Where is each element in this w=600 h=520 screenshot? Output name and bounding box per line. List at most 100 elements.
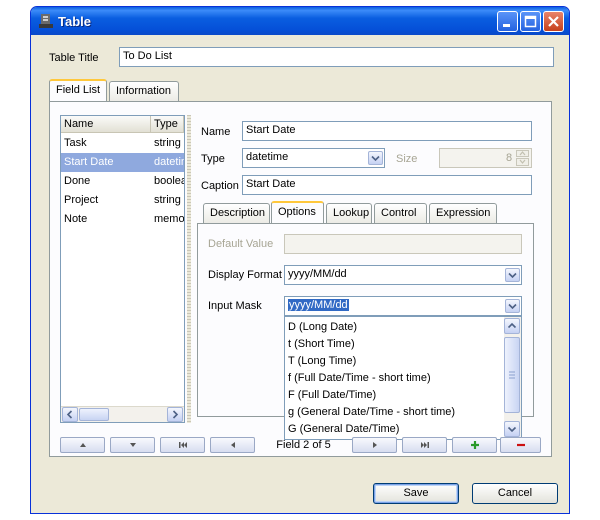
display-format-dropdown-button[interactable] xyxy=(505,268,520,282)
size-stepper[interactable]: 8 xyxy=(439,148,532,168)
chevron-left-icon xyxy=(66,410,73,419)
table-row[interactable]: Done boolean xyxy=(61,172,184,191)
table-row[interactable]: Project string xyxy=(61,191,184,210)
tab-information[interactable]: Information xyxy=(109,81,179,101)
scroll-thumb[interactable] xyxy=(504,337,520,413)
table-dialog: Table Table Title To Do List Field List … xyxy=(30,6,570,514)
table-row-selected[interactable]: Start Date datetime xyxy=(61,153,184,172)
first-record-button[interactable] xyxy=(160,437,205,453)
grid-horizontal-scrollbar[interactable] xyxy=(61,406,184,422)
input-mask-dropdown-button[interactable] xyxy=(505,299,520,313)
list-item[interactable]: g (General Date/Time - short time) xyxy=(285,404,458,421)
default-value-label: Default Value xyxy=(208,238,274,250)
chevron-down-icon xyxy=(508,272,517,279)
row-name: Done xyxy=(64,175,91,187)
record-navigator: Field 2 of 5 xyxy=(60,437,541,453)
list-item[interactable]: f (Full Date/Time - short time) xyxy=(285,370,434,387)
splitter-handle[interactable] xyxy=(187,115,191,423)
add-field-button[interactable] xyxy=(452,437,497,453)
list-item[interactable]: F (Full Date/Time) xyxy=(285,387,379,404)
close-icon xyxy=(548,16,559,27)
row-type: string xyxy=(154,194,181,206)
caption-label: Caption xyxy=(201,180,239,192)
size-label: Size xyxy=(396,153,418,165)
table-row[interactable]: Note memo xyxy=(61,210,184,229)
row-type: memo xyxy=(154,213,184,225)
next-record-button[interactable] xyxy=(352,437,397,453)
row-type: string xyxy=(154,137,181,149)
tab-lookup[interactable]: Lookup xyxy=(326,203,372,223)
default-value-input[interactable] xyxy=(284,234,522,254)
maximize-button[interactable] xyxy=(520,11,541,32)
row-name: Note xyxy=(64,213,88,225)
type-select[interactable]: datetime xyxy=(242,148,385,168)
display-format-value: yyyy/MM/dd xyxy=(288,268,347,280)
last-record-button[interactable] xyxy=(402,437,447,453)
caption-input[interactable]: Start Date xyxy=(242,175,532,195)
previous-record-button[interactable] xyxy=(210,437,255,453)
close-button[interactable] xyxy=(543,11,564,32)
type-select-value: datetime xyxy=(246,151,289,163)
row-name: Task xyxy=(64,137,87,149)
tab-field-list[interactable]: Field List xyxy=(49,79,107,101)
table-title-label: Table Title xyxy=(49,52,99,64)
save-button[interactable]: Save xyxy=(373,483,459,504)
minimize-icon xyxy=(503,24,510,27)
size-decrement-button[interactable] xyxy=(516,158,529,166)
record-position-status: Field 2 of 5 xyxy=(276,439,331,451)
list-item[interactable]: G (General Date/Time) xyxy=(285,421,402,438)
skip-last-icon xyxy=(420,442,429,448)
minimize-button[interactable] xyxy=(497,11,518,32)
tab-control[interactable]: Control xyxy=(374,203,427,223)
type-label: Type xyxy=(201,153,225,165)
chevron-down-icon xyxy=(508,303,517,310)
list-item[interactable]: D (Long Date) xyxy=(285,319,360,336)
name-input[interactable]: Start Date xyxy=(242,121,532,141)
triangle-right-icon xyxy=(372,442,377,448)
move-down-button[interactable] xyxy=(110,437,155,453)
display-format-label: Display Format xyxy=(208,269,282,281)
title-bar[interactable]: Table xyxy=(31,7,569,35)
input-mask-dropdown-list: D (Long Date) t (Short Time) T (Long Tim… xyxy=(284,316,522,440)
scroll-thumb[interactable] xyxy=(79,408,109,421)
row-name: Start Date xyxy=(64,156,114,168)
scroll-up-button[interactable] xyxy=(504,318,520,334)
size-increment-button[interactable] xyxy=(516,150,529,157)
triangle-left-icon xyxy=(230,442,235,448)
list-item[interactable]: t (Short Time) xyxy=(285,336,358,353)
scroll-down-button[interactable] xyxy=(504,421,520,437)
size-value: 8 xyxy=(506,152,513,164)
maximize-icon xyxy=(524,15,537,28)
scroll-right-button[interactable] xyxy=(167,407,183,422)
table-app-icon xyxy=(39,14,53,28)
row-type: datetime xyxy=(154,156,184,168)
input-mask-value[interactable]: yyyy/MM/dd xyxy=(288,299,349,311)
scroll-left-button[interactable] xyxy=(62,407,78,422)
tab-description[interactable]: Description xyxy=(203,203,270,223)
chevron-down-icon xyxy=(519,159,526,164)
table-title-input[interactable]: To Do List xyxy=(119,47,554,67)
delete-field-button[interactable] xyxy=(500,437,541,453)
field-grid: Name Type Task string Start Date datetim… xyxy=(60,115,185,423)
chevron-down-icon xyxy=(371,155,380,162)
list-item[interactable]: T (Long Time) xyxy=(285,353,359,370)
input-mask-label: Input Mask xyxy=(208,300,262,312)
name-label: Name xyxy=(201,126,231,138)
cancel-button[interactable]: Cancel xyxy=(472,483,558,504)
column-header-type[interactable]: Type xyxy=(151,116,184,133)
chevron-down-icon xyxy=(507,426,517,433)
display-format-select[interactable]: yyyy/MM/dd xyxy=(284,265,522,285)
input-mask-combobox[interactable]: yyyy/MM/dd xyxy=(284,296,522,316)
column-header-name[interactable]: Name xyxy=(61,116,151,133)
chevron-up-icon xyxy=(519,151,526,156)
type-dropdown-button[interactable] xyxy=(368,151,383,165)
skip-first-icon xyxy=(178,442,187,448)
table-row[interactable]: Task string xyxy=(61,134,184,153)
dropdown-vertical-scrollbar[interactable] xyxy=(504,317,521,439)
move-up-button[interactable] xyxy=(60,437,105,453)
tab-options[interactable]: Options xyxy=(271,201,324,223)
plus-icon xyxy=(470,441,479,449)
triangle-up-icon xyxy=(79,443,86,447)
tab-expression[interactable]: Expression xyxy=(429,203,497,223)
row-type: boolean xyxy=(154,175,184,187)
